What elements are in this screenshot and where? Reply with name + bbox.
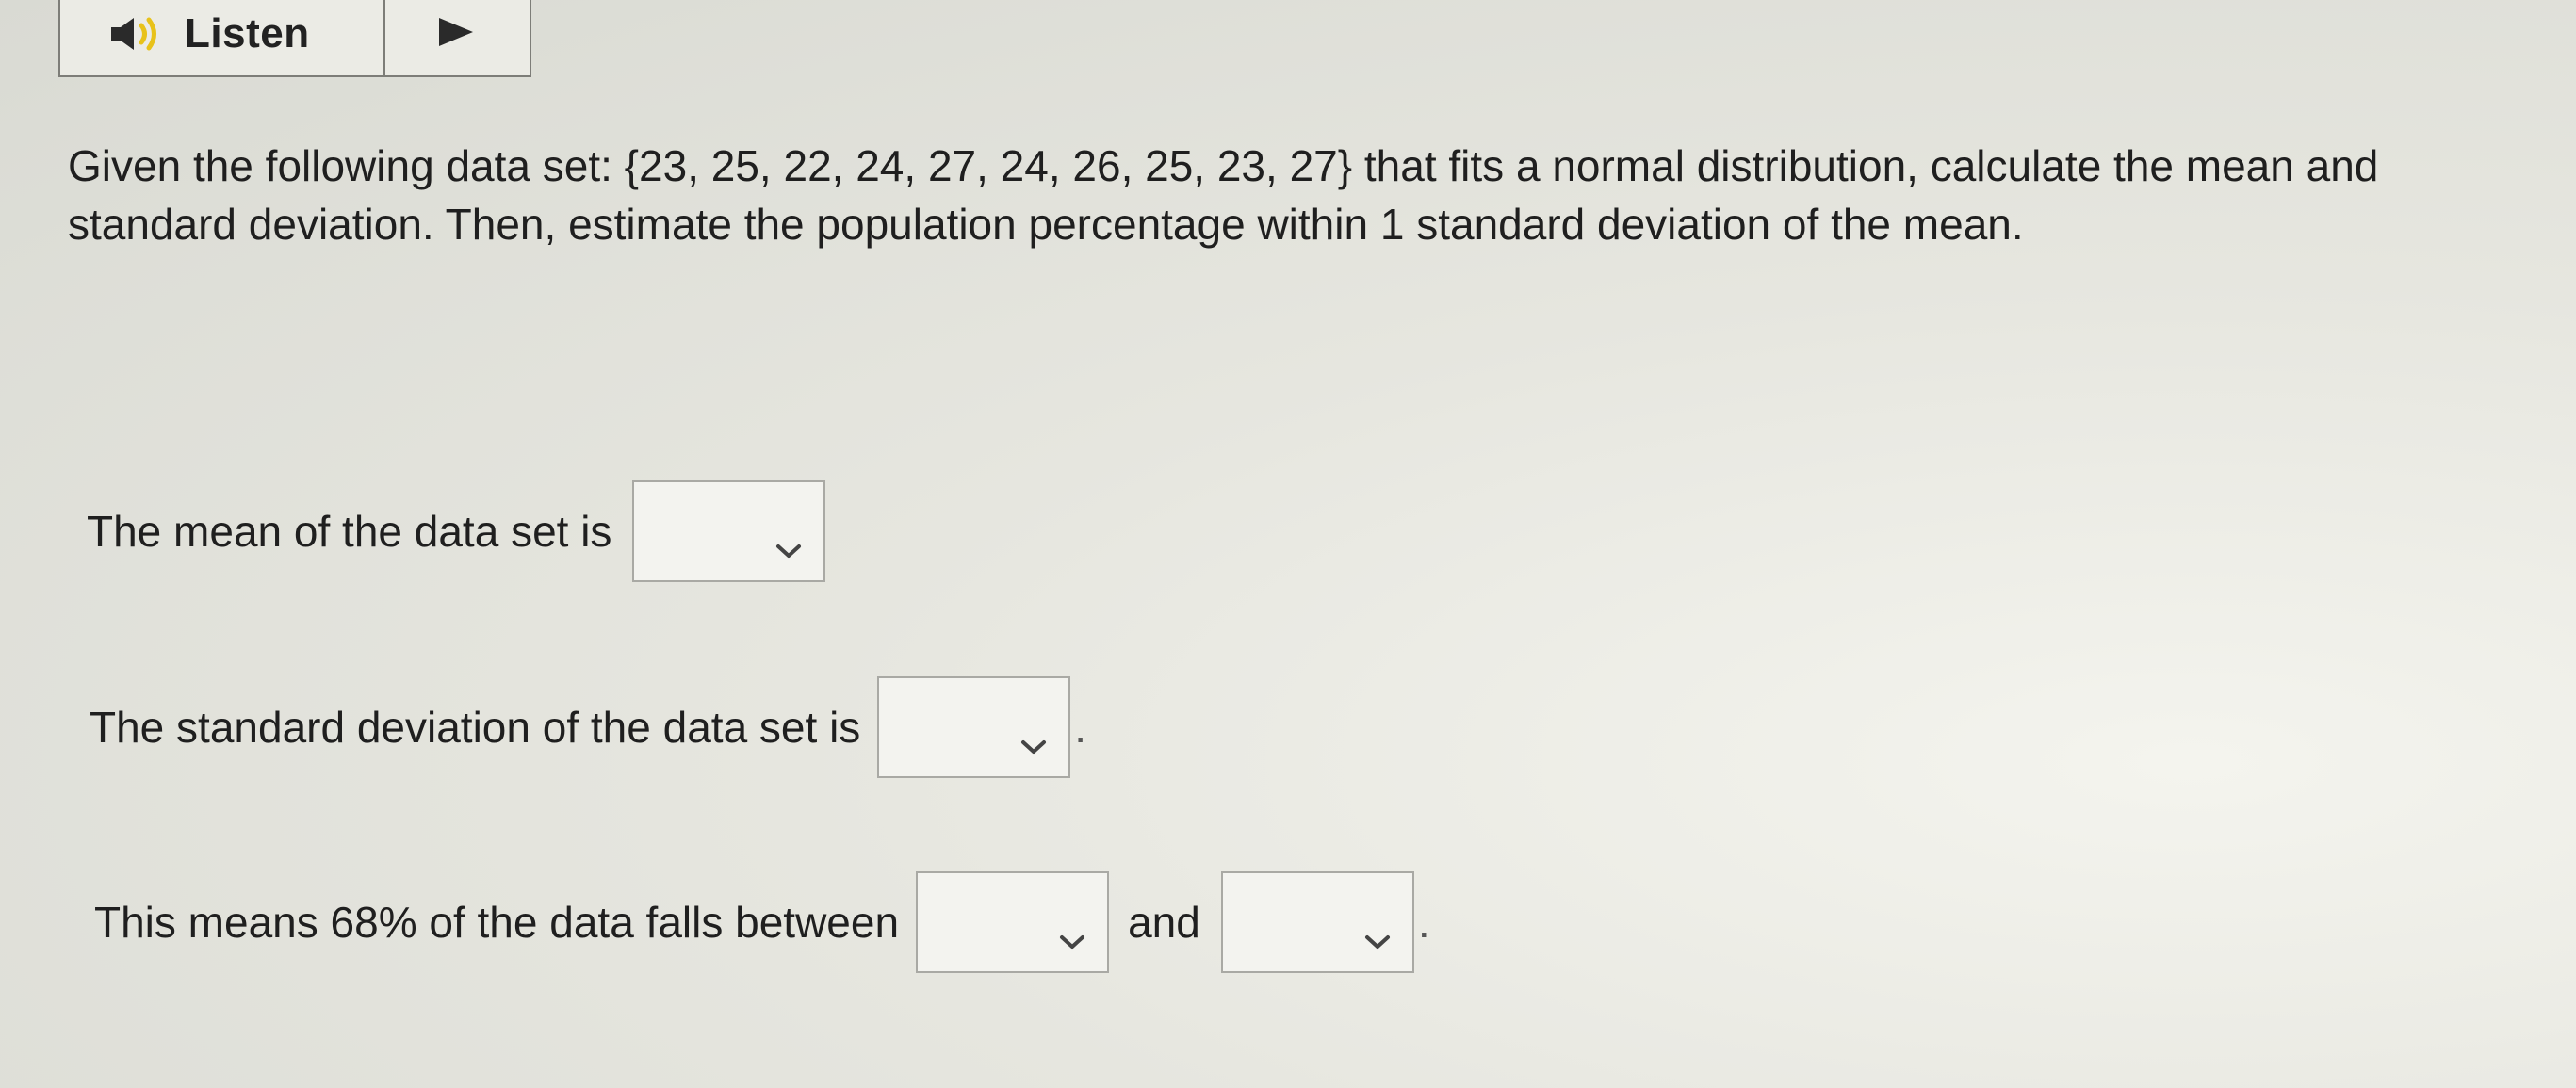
range-prompt: This means 68% of the data falls between bbox=[94, 898, 900, 947]
sd-row: The standard deviation of the data set i… bbox=[90, 676, 1086, 778]
chevron-down-icon bbox=[1058, 911, 1086, 962]
chevron-down-icon bbox=[1019, 716, 1048, 767]
upper-bound-dropdown[interactable] bbox=[1220, 871, 1414, 973]
and-text: and bbox=[1128, 898, 1200, 947]
mean-row: The mean of the data set is bbox=[87, 480, 826, 582]
chevron-down-icon bbox=[774, 520, 803, 571]
range-row: This means 68% of the data falls between… bbox=[94, 871, 1430, 973]
sd-dropdown[interactable] bbox=[877, 676, 1071, 778]
mean-dropdown[interactable] bbox=[632, 480, 826, 582]
lower-bound-dropdown[interactable] bbox=[916, 871, 1110, 973]
speaker-icon bbox=[107, 15, 166, 53]
sd-period: . bbox=[1074, 703, 1087, 752]
listen-label: Listen bbox=[185, 10, 310, 57]
range-period: . bbox=[1417, 898, 1430, 947]
mean-prompt: The mean of the data set is bbox=[87, 507, 612, 556]
play-button[interactable] bbox=[385, 0, 530, 75]
listen-toolbar: Listen bbox=[58, 0, 531, 77]
question-text: Given the following data set: {23, 25, 2… bbox=[68, 141, 2379, 249]
sd-prompt: The standard deviation of the data set i… bbox=[90, 703, 861, 752]
listen-button[interactable]: Listen bbox=[60, 0, 385, 75]
chevron-down-icon bbox=[1363, 911, 1392, 962]
play-icon bbox=[437, 16, 475, 53]
